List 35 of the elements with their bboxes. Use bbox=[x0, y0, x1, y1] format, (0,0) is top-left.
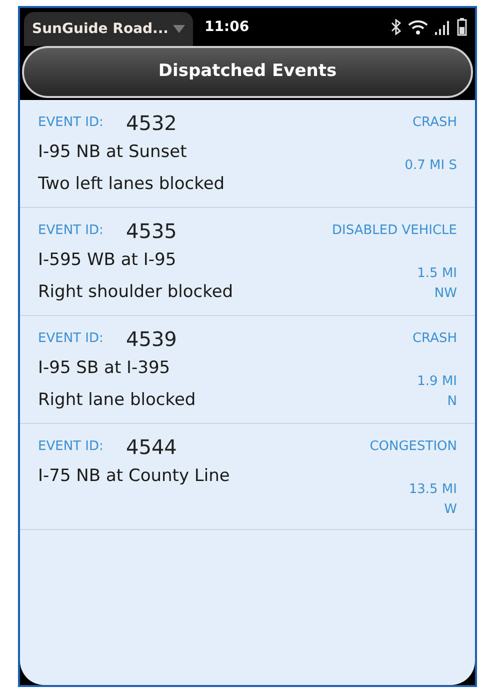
event-location: I-95 NB at Sunset bbox=[38, 141, 188, 164]
event-location: I-75 NB at County Line bbox=[38, 465, 230, 488]
signal-icon bbox=[435, 19, 451, 35]
header-title: Dispatched Events bbox=[158, 60, 337, 84]
event-id-label: EVENT ID: bbox=[38, 438, 104, 456]
event-item[interactable]: EVENT ID: 4535 DISABLED VEHICLE I-595 WB at I-95 Right shoulder blocked 1.5 MI NW bbox=[20, 208, 475, 316]
event-location: I-595 WB at I-95 bbox=[38, 249, 178, 272]
event-id: 4532 bbox=[126, 110, 177, 137]
event-item[interactable]: EVENT ID: 4539 CRASH I-95 SB at I-395 Right lane blocked 1.9 MI N bbox=[20, 316, 475, 424]
event-id-label: EVENT ID: bbox=[38, 222, 104, 240]
event-id-label: EVENT ID: bbox=[38, 330, 104, 348]
wifi-icon bbox=[407, 19, 429, 35]
event-location: I-95 SB at I-395 bbox=[38, 357, 172, 380]
battery-icon bbox=[457, 18, 467, 36]
event-type: CONGESTION bbox=[370, 438, 457, 456]
event-item[interactable]: EVENT ID: 4544 CONGESTION I-75 NB at County Line 13.5 MI W bbox=[20, 424, 475, 530]
event-description: Two left lanes blocked bbox=[38, 172, 225, 196]
event-distance: 1.5 MI NW bbox=[417, 265, 457, 302]
caret-icon bbox=[172, 25, 184, 33]
event-description: Right shoulder blocked bbox=[38, 280, 234, 304]
event-description: Right lane blocked bbox=[38, 388, 196, 412]
event-distance: 1.9 MI N bbox=[417, 373, 457, 410]
event-distance: 0.7 MI S bbox=[404, 157, 457, 175]
event-id-label: EVENT ID: bbox=[38, 114, 104, 132]
event-type: CRASH bbox=[412, 330, 457, 348]
event-type: CRASH bbox=[412, 114, 457, 132]
clock-time: 11:06 bbox=[204, 18, 250, 36]
app-menu[interactable]: SunGuide Road... bbox=[24, 12, 192, 46]
event-id: 4539 bbox=[126, 326, 177, 353]
event-id: 4535 bbox=[126, 218, 177, 245]
event-item[interactable]: EVENT ID: 4532 CRASH I-95 NB at Sunset Two left lanes blocked 0.7 MI S bbox=[20, 100, 475, 208]
event-distance: 13.5 MI W bbox=[408, 481, 457, 518]
bluetooth-icon bbox=[391, 19, 401, 35]
event-type: DISABLED VEHICLE bbox=[332, 222, 457, 240]
event-id: 4544 bbox=[126, 434, 177, 461]
